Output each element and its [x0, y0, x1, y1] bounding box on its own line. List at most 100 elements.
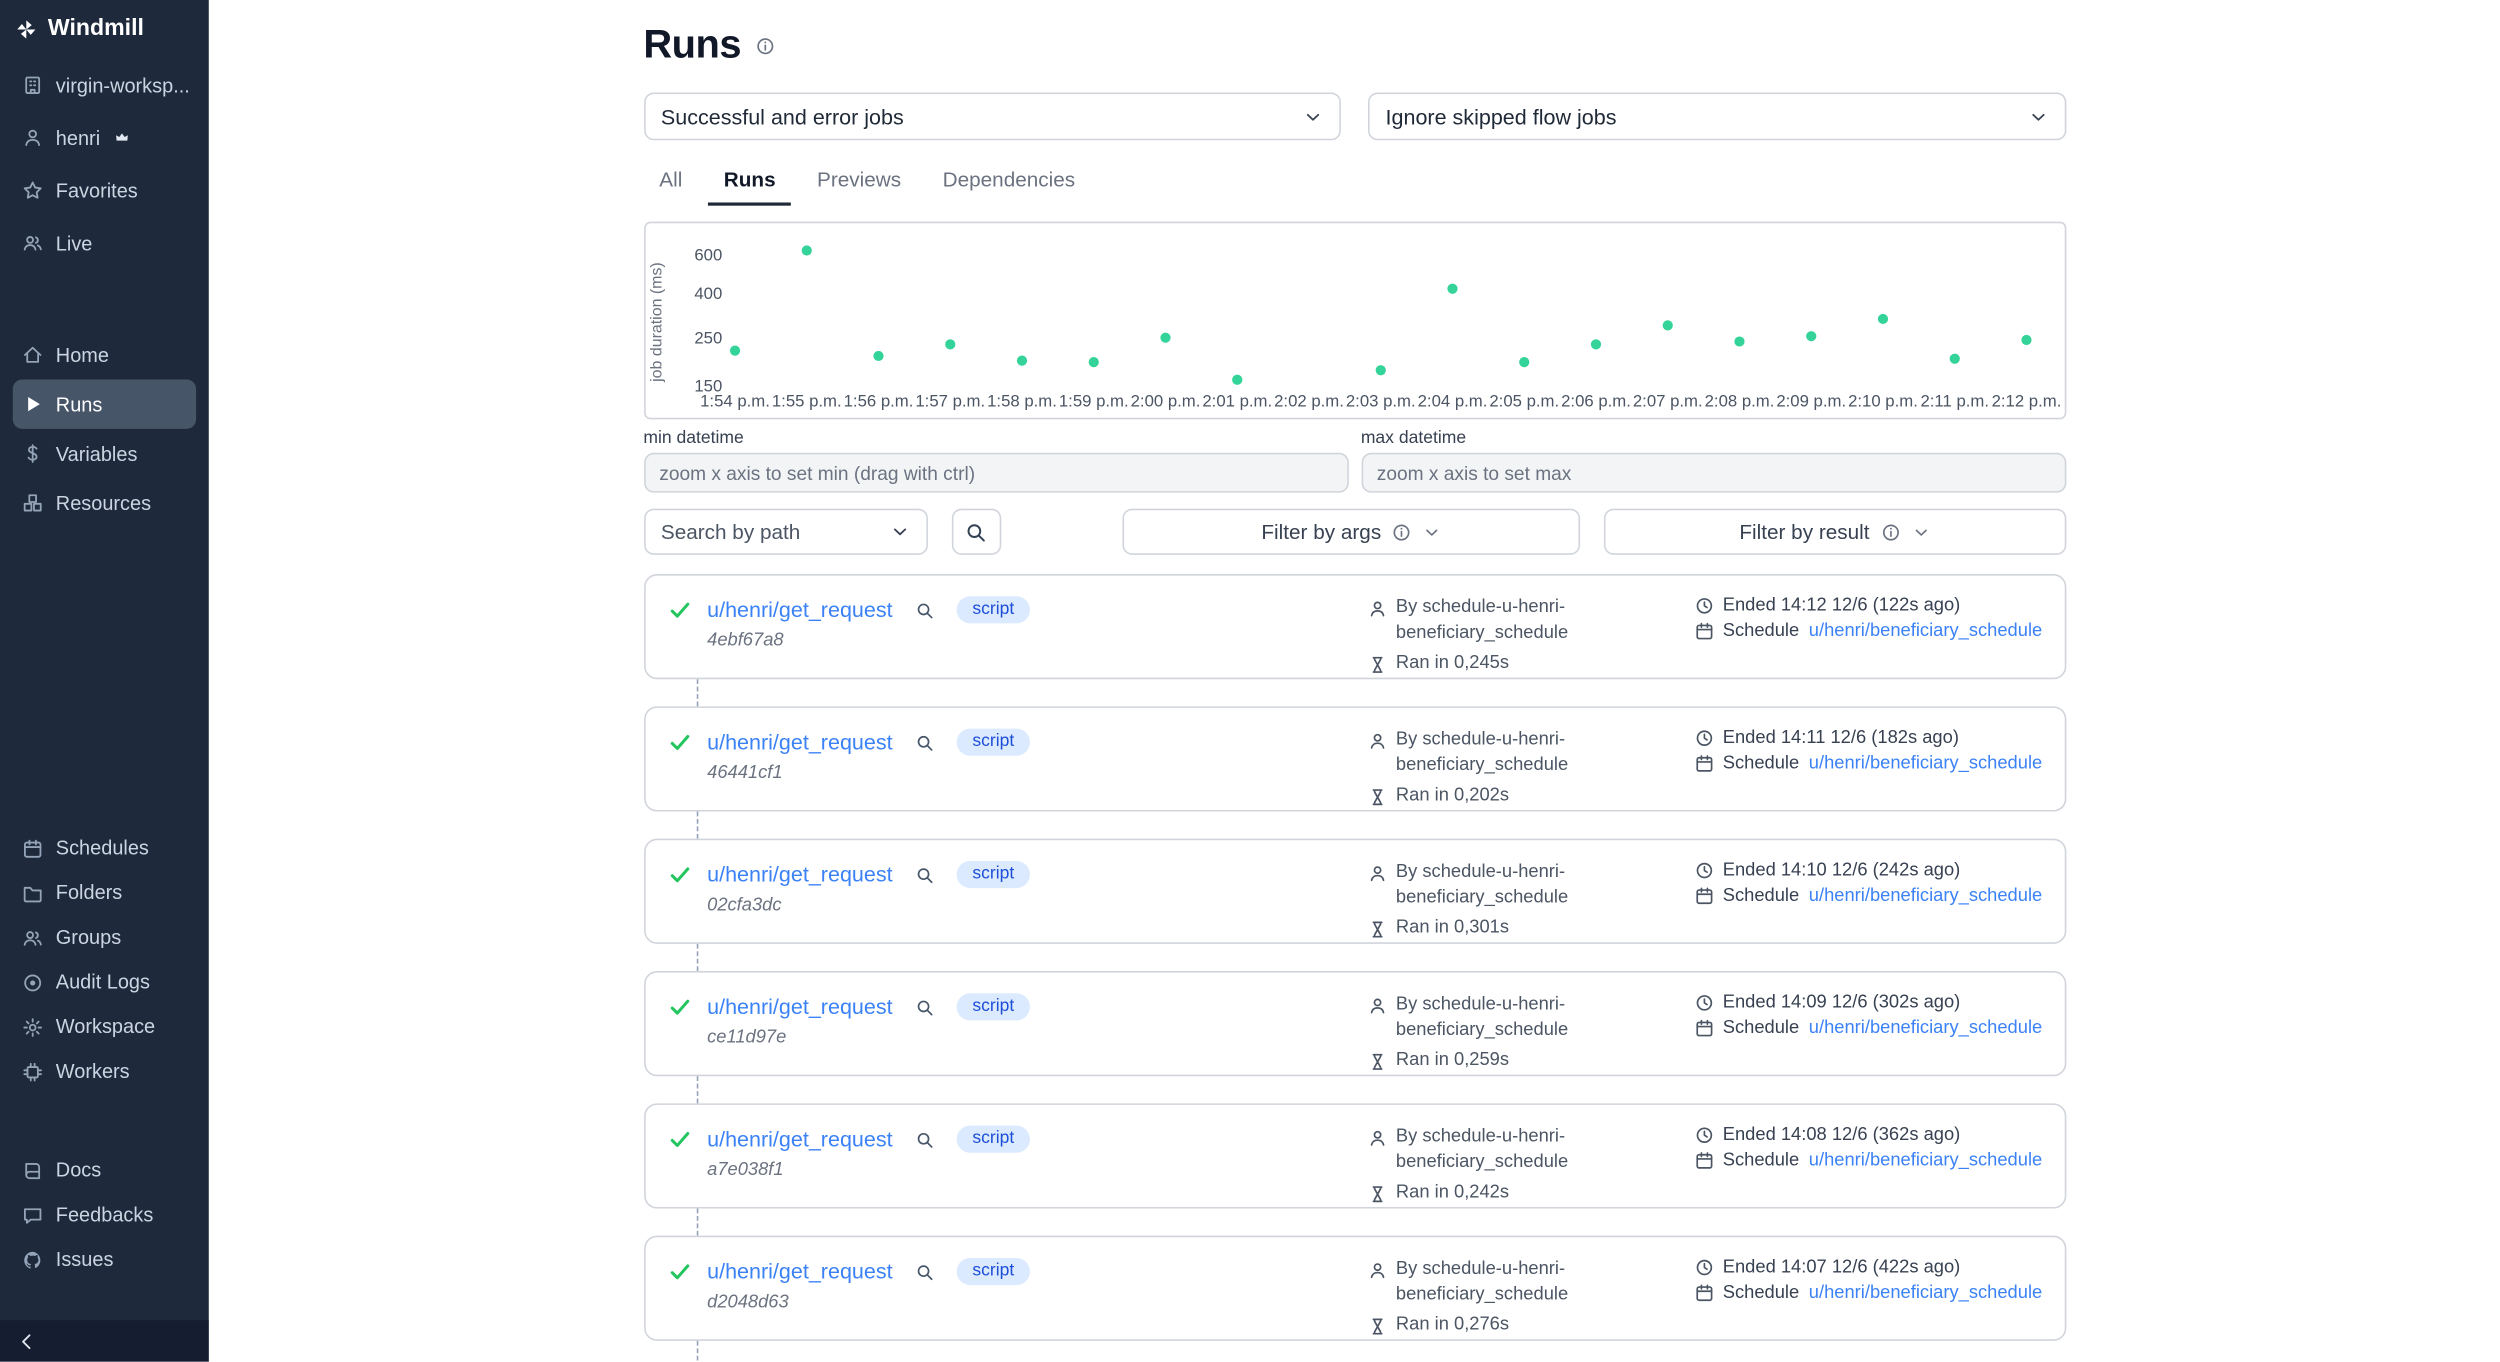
schedule-link[interactable]: u/henri/beneficiary_schedule — [1809, 886, 2042, 905]
book-icon — [22, 1160, 43, 1181]
run-row[interactable]: u/henri/get_request script d2048d63 By s… — [643, 1236, 2065, 1341]
inspect-run-icon[interactable] — [915, 1262, 934, 1281]
run-id: a7e038f1 — [707, 1161, 1367, 1180]
ended-at: Ended 14:11 12/6 (182s ago) — [1723, 729, 1959, 748]
job-status-select[interactable]: Successful and error jobs — [643, 92, 1341, 140]
run-row[interactable]: u/henri/get_request script 02cfa3dc By s… — [643, 839, 2065, 944]
tab-all[interactable]: All — [643, 158, 698, 206]
schedule-label: Schedule — [1723, 886, 1799, 905]
info-icon — [1881, 522, 1900, 541]
search-by-path-select[interactable]: Search by path — [643, 509, 927, 555]
user-icon — [1367, 996, 1386, 1015]
filter-by-args-button[interactable]: Filter by args — [1123, 509, 1580, 555]
schedule-link[interactable]: u/henri/beneficiary_schedule — [1809, 622, 2042, 641]
sidebar-item-workers[interactable]: Workers — [13, 1049, 196, 1094]
svg-text:2:08 p.m.: 2:08 p.m. — [1704, 392, 1774, 411]
sidebar-item-groups[interactable]: Groups — [13, 915, 196, 960]
run-row[interactable]: u/henri/get_request script a7e038f1 By s… — [643, 1103, 2065, 1208]
svg-text:400: 400 — [694, 284, 722, 303]
schedule-label: Schedule — [1723, 1019, 1799, 1038]
sidebar-item-live[interactable]: Live — [13, 217, 196, 270]
target-icon — [22, 972, 43, 993]
run-path-link[interactable]: u/henri/get_request — [707, 1127, 892, 1151]
tab-previews[interactable]: Previews — [801, 158, 917, 206]
min-datetime-input[interactable] — [643, 453, 1348, 493]
filter-by-result-button[interactable]: Filter by result — [1604, 509, 2066, 555]
sidebar-item-folders[interactable]: Folders — [13, 871, 196, 916]
inspect-run-icon[interactable] — [915, 733, 934, 752]
sidebar-item-favorites[interactable]: Favorites — [13, 164, 196, 217]
run-row[interactable]: u/henri/get_request script 4ebf67a8 By s… — [643, 574, 2065, 679]
inspect-run-icon[interactable] — [915, 600, 934, 619]
search-button[interactable] — [951, 509, 1002, 555]
hourglass-icon — [1367, 787, 1386, 806]
kind-badge: script — [956, 729, 1030, 756]
inspect-run-icon[interactable] — [915, 1130, 934, 1149]
sidebar-item-audit-logs[interactable]: Audit Logs — [13, 960, 196, 1005]
tab-runs[interactable]: Runs — [708, 158, 792, 206]
svg-text:2:05 p.m.: 2:05 p.m. — [1489, 392, 1559, 411]
info-icon[interactable] — [755, 36, 774, 55]
chevron-down-icon — [2027, 106, 2048, 127]
max-datetime-input[interactable] — [1361, 453, 2066, 493]
folder-icon — [22, 883, 43, 904]
sidebar-item-docs[interactable]: Docs — [13, 1148, 196, 1193]
run-path-link[interactable]: u/henri/get_request — [707, 1260, 892, 1284]
svg-text:2:10 p.m.: 2:10 p.m. — [1847, 392, 1917, 411]
triggered-by-line1: By schedule-u-henri- — [1396, 596, 1565, 621]
workspace-selector[interactable]: virgin-worksp... — [13, 59, 196, 112]
cpu-icon — [22, 1061, 43, 1082]
sidebar-item-issues[interactable]: Issues — [13, 1237, 196, 1282]
tab-dependencies[interactable]: Dependencies — [927, 158, 1091, 206]
ended-at: Ended 14:09 12/6 (302s ago) — [1723, 993, 1961, 1012]
sidebar-item-label: Runs — [56, 393, 103, 415]
building-icon — [22, 75, 43, 96]
run-path-link[interactable]: u/henri/get_request — [707, 598, 892, 622]
ended-at: Ended 14:08 12/6 (362s ago) — [1723, 1126, 1961, 1145]
sidebar-item-home[interactable]: Home — [13, 330, 196, 379]
inspect-run-icon[interactable] — [915, 997, 934, 1016]
run-duration: Ran in 0,301s — [1396, 917, 1509, 942]
schedule-link[interactable]: u/henri/beneficiary_schedule — [1809, 1019, 2042, 1038]
run-row-wrap: u/henri/get_request script ce11d97e By s… — [643, 944, 2065, 1076]
sidebar-item-label: Workspace — [56, 1016, 155, 1038]
run-row[interactable]: u/henri/get_request script ce11d97e By s… — [643, 971, 2065, 1076]
sidebar-item-workspace[interactable]: Workspace — [13, 1004, 196, 1049]
sidebar-item-variables[interactable]: Variables — [13, 429, 196, 478]
run-duration: Ran in 0,202s — [1396, 784, 1509, 809]
user-menu[interactable]: henri — [13, 112, 196, 165]
run-path-link[interactable]: u/henri/get_request — [707, 730, 892, 754]
dollar-icon — [22, 443, 43, 464]
runs-tabs: AllRunsPreviewsDependencies — [643, 158, 2065, 206]
run-path-link[interactable]: u/henri/get_request — [707, 863, 892, 887]
svg-text:2:11 p.m.: 2:11 p.m. — [1920, 392, 1989, 411]
triggered-by-line2: beneficiary_schedule — [1367, 1283, 1694, 1308]
run-path-link[interactable]: u/henri/get_request — [707, 995, 892, 1019]
gear-icon — [22, 1016, 43, 1037]
triggered-by-line2: beneficiary_schedule — [1367, 1018, 1694, 1043]
sidebar-item-resources[interactable]: Resources — [13, 478, 196, 527]
sidebar-item-feedbacks[interactable]: Feedbacks — [13, 1193, 196, 1238]
inspect-run-icon[interactable] — [915, 865, 934, 884]
app-logo[interactable]: Windmill — [0, 0, 209, 59]
svg-text:1:56 p.m.: 1:56 p.m. — [843, 392, 913, 411]
skipped-flows-select[interactable]: Ignore skipped flow jobs — [1368, 92, 2066, 140]
arrow-left-icon — [16, 1331, 37, 1352]
github-icon — [22, 1249, 43, 1270]
sidebar-item-runs[interactable]: Runs — [13, 379, 196, 428]
sidebar-item-label: Resources — [56, 492, 151, 514]
kind-badge: script — [956, 596, 1030, 623]
run-row[interactable]: u/henri/get_request script 46441cf1 By s… — [643, 706, 2065, 811]
schedule-link[interactable]: u/henri/beneficiary_schedule — [1809, 754, 2042, 773]
kind-badge: script — [956, 1258, 1030, 1285]
sidebar-top-group: virgin-worksp...henriFavoritesLive — [0, 59, 209, 269]
triggered-by-line1: By schedule-u-henri- — [1396, 993, 1565, 1018]
schedule-link[interactable]: u/henri/beneficiary_schedule — [1809, 1151, 2042, 1170]
filter-by-result-label: Filter by result — [1739, 520, 1869, 544]
collapse-sidebar-button[interactable] — [0, 1320, 209, 1361]
sidebar-item-schedules[interactable]: Schedules — [13, 826, 196, 871]
runs-duration-chart[interactable]: job duration (ms)1502504006001:54 p.m.1:… — [645, 223, 2064, 418]
hourglass-icon — [1367, 1317, 1386, 1336]
app-root: Windmill virgin-worksp...henriFavoritesL… — [0, 0, 2500, 1362]
schedule-link[interactable]: u/henri/beneficiary_schedule — [1809, 1283, 2042, 1302]
